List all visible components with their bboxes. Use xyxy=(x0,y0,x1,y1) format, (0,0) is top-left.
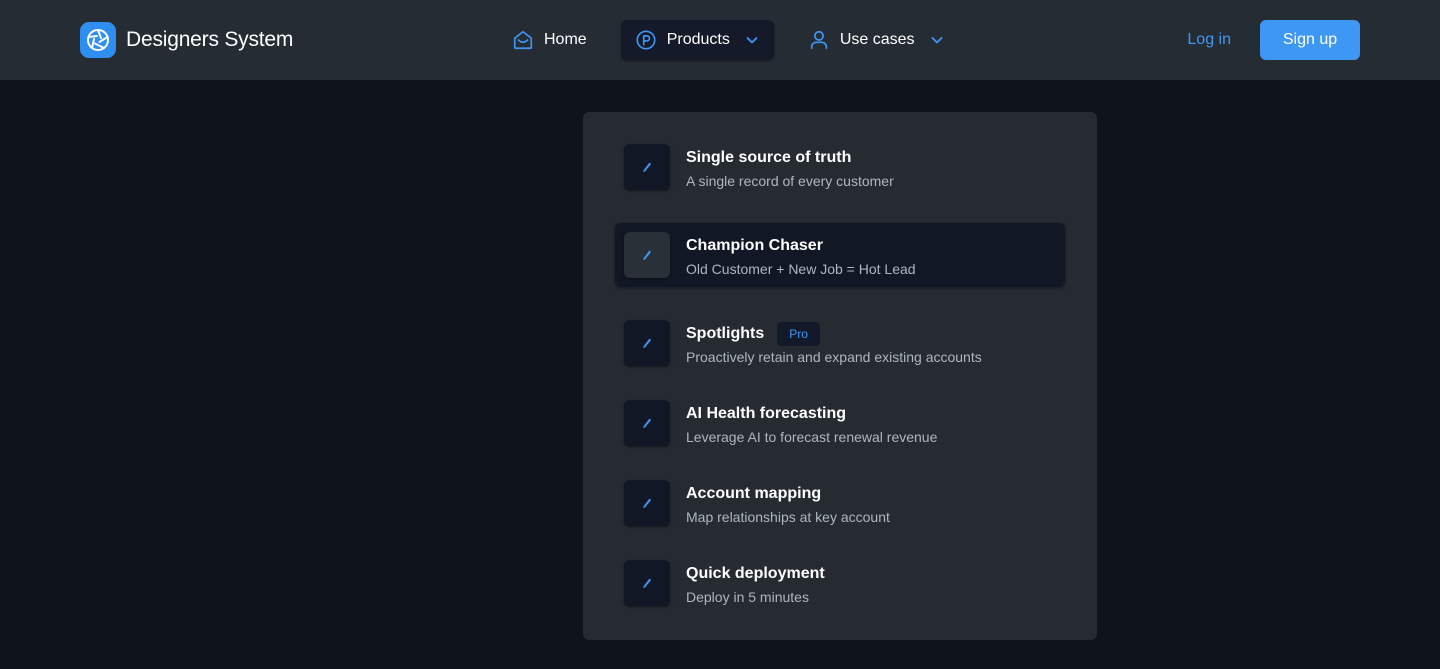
chevron-down-icon xyxy=(744,32,760,48)
nav-item-label: Use cases xyxy=(839,31,915,48)
pencil-icon xyxy=(624,560,670,606)
menu-item-spotlights[interactable]: Spotlights Pro Proactively retain and ex… xyxy=(615,311,1065,375)
menu-item-description: Proactively retain and expand existing a… xyxy=(686,349,982,365)
nav-item-label: Home xyxy=(544,31,587,48)
menu-item-title: Single source of truth xyxy=(686,149,852,166)
menu-item-ai-health-forecasting[interactable]: AI Health forecasting Leverage AI to for… xyxy=(615,391,1065,455)
brand-name: Designers System xyxy=(126,28,294,51)
pro-badge: Pro xyxy=(777,322,820,346)
auth-actions: Log in Sign up xyxy=(1187,20,1360,60)
nav-item-use-cases[interactable]: Use cases xyxy=(796,20,957,60)
menu-item-description: Deploy in 5 minutes xyxy=(686,589,809,605)
pencil-icon xyxy=(624,320,670,366)
menu-item-champion-chaser[interactable]: Champion Chaser Old Customer + New Job =… xyxy=(615,223,1065,287)
menu-item-description: Map relationships at key account xyxy=(686,509,890,525)
menu-item-description: Old Customer + New Job = Hot Lead xyxy=(686,261,916,277)
menu-item-description: A single record of every customer xyxy=(686,173,894,189)
menu-item-single-source-of-truth[interactable]: Single source of truth A single record o… xyxy=(615,135,1065,199)
aperture-logo-icon xyxy=(80,22,116,58)
menu-item-title: Spotlights xyxy=(686,325,765,342)
signup-button[interactable]: Sign up xyxy=(1260,20,1360,60)
main-nav: Home Products Use cases xyxy=(500,20,957,60)
menu-item-title: Champion Chaser xyxy=(686,237,823,254)
menu-item-quick-deployment[interactable]: Quick deployment Deploy in 5 minutes xyxy=(615,551,1065,615)
pencil-icon xyxy=(624,400,670,446)
nav-item-label: Products xyxy=(666,31,730,48)
menu-item-account-mapping[interactable]: Account mapping Map relationships at key… xyxy=(615,471,1065,535)
login-link[interactable]: Log in xyxy=(1187,31,1231,49)
menu-item-title: Account mapping xyxy=(686,485,822,502)
pencil-icon xyxy=(624,232,670,278)
top-navbar: Designers System Home Products Use cases… xyxy=(0,0,1440,80)
products-p-circle-icon xyxy=(635,29,657,51)
pencil-icon xyxy=(624,144,670,190)
brand-logo-link[interactable]: Designers System xyxy=(80,22,293,58)
pencil-icon xyxy=(624,480,670,526)
nav-item-products[interactable]: Products xyxy=(620,20,774,60)
user-icon xyxy=(808,29,830,51)
products-dropdown-menu: Single source of truth A single record o… xyxy=(583,112,1097,640)
nav-item-home[interactable]: Home xyxy=(500,20,599,60)
menu-item-title: AI Health forecasting xyxy=(686,405,847,422)
chevron-down-icon xyxy=(929,32,945,48)
menu-item-description: Leverage AI to forecast renewal revenue xyxy=(686,429,938,445)
home-icon xyxy=(512,29,534,51)
menu-item-title: Quick deployment xyxy=(686,565,825,582)
